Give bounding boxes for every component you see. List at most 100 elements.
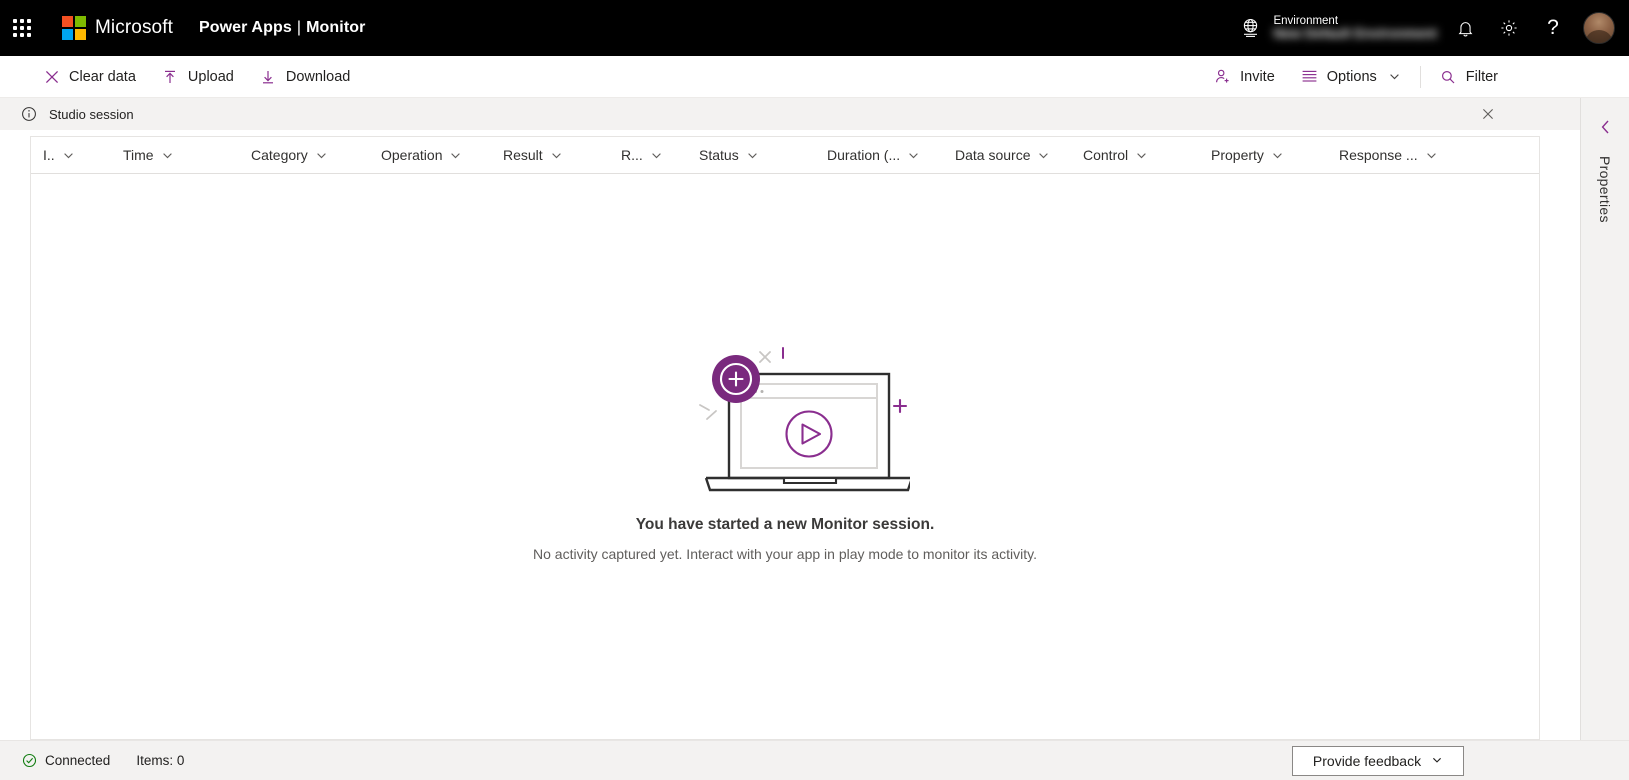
items-count-label: Items: 0 [136,753,185,768]
grid-column-label: Data source [955,147,1031,163]
grid-column-header[interactable]: Operation [369,137,491,173]
grid-column-label: Result [503,147,543,163]
provide-feedback-label: Provide feedback [1312,752,1422,769]
chevron-down-icon[interactable] [1425,149,1438,162]
download-arrow-icon [260,68,277,85]
grid-column-label: Property [1211,147,1264,163]
bell-icon[interactable] [1443,0,1487,56]
chevron-down-icon[interactable] [1271,149,1284,162]
environment-globe-icon [1237,15,1263,41]
invite-label: Invite [1240,68,1275,85]
grid-column-label: Control [1083,147,1129,163]
command-divider [1419,65,1421,88]
properties-rail-label[interactable]: Properties [1597,156,1613,223]
title-separator: | [296,19,302,36]
grid-column-label: Category [251,147,308,163]
monitor-session-laptop-illustration [660,326,914,496]
grid-column-label: R... [621,147,643,163]
message-bar: Studio session [0,98,1629,130]
options-label: Options [1326,68,1377,85]
grid-column-label: I.. [43,147,55,163]
chevron-down-icon[interactable] [550,149,563,162]
gear-icon[interactable] [1487,0,1531,56]
chevron-down-icon [1431,753,1443,769]
grid-column-header[interactable]: Control [1071,137,1199,173]
monitor-grid-panel: I.. Time Category Operation Result R... Status… [30,136,1540,740]
grid-column-label: Operation [381,147,443,163]
properties-rail: Properties [1580,98,1629,780]
command-bar-right-group: Invite Options Filter [1201,56,1629,98]
upload-button[interactable]: Upload [149,56,247,98]
app-launcher-icon[interactable] [0,0,44,56]
grid-column-label: Time [123,147,154,163]
app-launcher-grid [13,19,31,37]
command-bar: Clear data Upload Download Invite Option… [0,56,1629,98]
page-title: Power Apps | Monitor [199,19,366,37]
grid-column-headers: I.. Time Category Operation Result R... Status… [31,137,1539,174]
grid-column-header[interactable]: Duration (... [815,137,943,173]
filter-button[interactable]: Filter [1427,56,1511,98]
close-icon[interactable] [1475,101,1501,127]
chevron-down-icon[interactable] [1135,149,1148,162]
check-circle-icon [22,753,37,768]
grid-column-label: Response ... [1339,147,1418,163]
grid-column-label: Status [699,147,739,163]
grid-column-label: Duration (... [827,147,901,163]
download-label: Download [285,68,351,85]
environment-picker[interactable]: Environment New Default Environment [1237,15,1437,41]
grid-column-header[interactable]: R... [609,137,687,173]
app-header: Microsoft Power Apps | Monitor Environment… [0,0,1629,56]
clear-data-button[interactable]: Clear data [30,56,149,98]
empty-state-subtitle: No activity captured yet. Interact with … [533,546,1037,562]
chevron-down-icon[interactable] [161,149,174,162]
chevron-down-icon[interactable] [449,149,462,162]
connection-status-label: Connected [45,753,111,768]
grid-body: You have started a new Monitor session. … [31,174,1539,739]
microsoft-squares-icon [62,16,86,40]
message-bar-text: Studio session [49,106,134,122]
provide-feedback-button[interactable]: Provide feedback [1292,745,1464,776]
chevron-down-icon[interactable] [907,149,920,162]
empty-state-title: You have started a new Monitor session. [635,516,935,533]
options-list-icon [1301,68,1318,85]
chevron-down-icon[interactable] [746,149,759,162]
clear-data-label: Clear data [69,68,136,85]
download-button[interactable]: Download [247,56,364,98]
clear-data-x-icon [43,68,60,85]
upload-arrow-icon [162,68,179,85]
grid-column-header[interactable]: Status [687,137,815,173]
help-icon[interactable]: ? [1531,0,1575,56]
grid-column-header[interactable]: Category [239,137,369,173]
grid-column-header[interactable]: I.. [31,137,111,173]
options-button[interactable]: Options [1288,56,1414,98]
environment-text: Environment New Default Environment [1273,15,1437,41]
chevron-down-icon[interactable] [650,149,663,162]
filter-label: Filter [1465,68,1498,85]
upload-label: Upload [187,68,234,85]
connection-status: Connected [22,753,110,768]
add-person-icon [1214,68,1231,85]
status-bar: Connected Items: 0 Provide feedback [0,740,1629,780]
chevron-down-icon[interactable] [315,149,328,162]
microsoft-logo[interactable]: Microsoft [44,16,173,40]
command-bar-left-group: Clear data Upload Download [0,56,363,98]
app-name: Power Apps [198,19,292,36]
chevron-left-icon[interactable] [1598,116,1613,138]
module-name: Monitor [306,19,366,36]
empty-state: You have started a new Monitor session. … [31,326,1539,562]
grid-column-header[interactable]: Data source [943,137,1071,173]
chevron-down-icon[interactable] [62,149,75,162]
grid-column-header[interactable]: Response ... [1327,137,1457,173]
grid-column-header[interactable]: Time [111,137,239,173]
grid-column-header[interactable]: Result [491,137,609,173]
grid-column-header[interactable]: Property [1199,137,1327,173]
avatar[interactable] [1583,12,1615,44]
items-count: Items: 0 [136,753,184,768]
info-circle-icon [20,105,38,123]
chevron-down-icon[interactable] [1037,149,1050,162]
environment-value: New Default Environment [1273,25,1437,41]
invite-button[interactable]: Invite [1201,56,1288,98]
microsoft-wordmark: Microsoft [95,17,173,38]
chevron-down-icon [1388,70,1401,83]
search-filter-icon [1440,68,1457,85]
